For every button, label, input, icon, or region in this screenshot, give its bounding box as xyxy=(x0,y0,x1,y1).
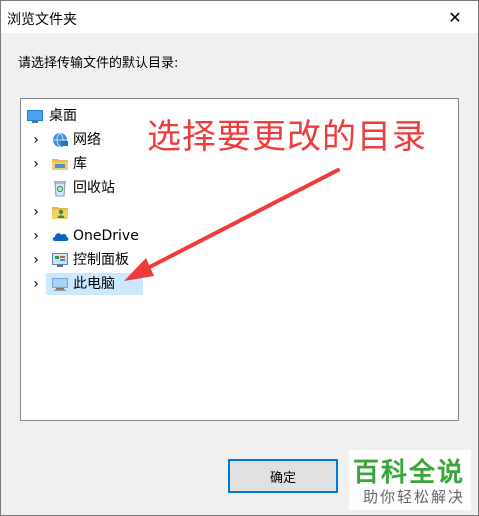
chevron-right-icon[interactable]: › xyxy=(31,129,41,151)
tree-item-onedrive[interactable]: › OneDrive xyxy=(21,225,451,247)
close-icon: ✕ xyxy=(448,7,462,27)
chevron-right-icon[interactable]: › xyxy=(31,273,41,295)
chevron-right-icon[interactable]: › xyxy=(31,225,41,247)
chevron-right-icon[interactable]: › xyxy=(31,249,41,271)
desktop-icon xyxy=(27,110,43,123)
network-icon xyxy=(53,132,68,148)
close-button[interactable]: ✕ xyxy=(432,1,478,33)
ok-button[interactable]: 确定 xyxy=(228,459,338,493)
tree-item-label: 网络 xyxy=(73,132,101,148)
tree-item-label: 库 xyxy=(73,156,87,172)
user-folder-icon xyxy=(52,207,68,219)
tree-item-recycle-bin[interactable]: 回收站 xyxy=(21,177,451,199)
dialog-prompt: 请选择传输文件的默认目录: xyxy=(18,56,179,71)
dialog-title: 浏览文件夹 xyxy=(7,12,77,28)
title-bar[interactable]: 浏览文件夹 ✕ xyxy=(1,1,478,33)
control-panel-icon xyxy=(52,253,68,267)
watermark-logo: 百科全说 助你轻松解决 xyxy=(349,450,471,510)
tree-item-label: 桌面 xyxy=(49,108,77,124)
tree-item-label: 此电脑 xyxy=(73,276,115,292)
tree-item-label: OneDrive xyxy=(73,228,139,244)
watermark-subtitle: 助你轻松解决 xyxy=(363,488,466,506)
tree-item-user-folder[interactable]: › xyxy=(21,201,451,223)
tree-item-label: 控制面板 xyxy=(73,252,129,268)
chevron-right-icon[interactable]: › xyxy=(31,201,41,223)
tree-item-label: 回收站 xyxy=(73,180,115,196)
this-pc-icon xyxy=(52,278,68,291)
library-folder-icon xyxy=(52,159,68,170)
annotation-text: 选择要更改的目录 xyxy=(147,117,427,157)
browse-folder-dialog: 浏览文件夹 ✕ 请选择传输文件的默认目录: 桌面 › 网络 › 库 回收站 › … xyxy=(0,0,479,516)
onedrive-cloud-icon xyxy=(52,233,69,241)
recycle-bin-icon xyxy=(54,181,66,197)
watermark-title: 百科全说 xyxy=(353,458,466,488)
tree-item-control-panel[interactable]: › 控制面板 xyxy=(21,249,451,271)
chevron-right-icon[interactable]: › xyxy=(31,153,41,175)
tree-item-this-pc[interactable]: › 此电脑 xyxy=(21,273,451,295)
